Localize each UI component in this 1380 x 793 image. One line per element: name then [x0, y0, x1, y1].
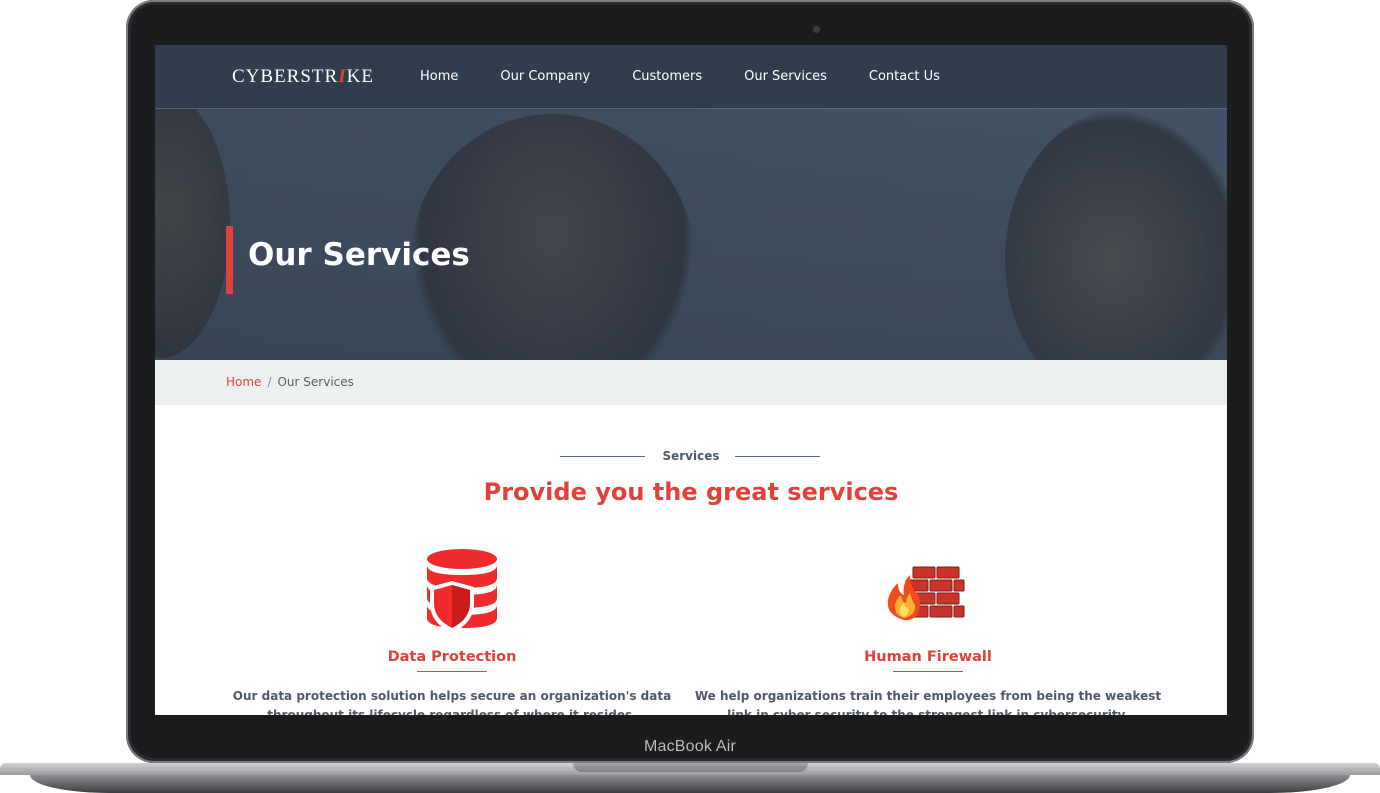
card-description: Our data protection solution helps secur… [232, 689, 672, 715]
nav-customers[interactable]: Customers [632, 45, 702, 108]
breadcrumb: Home / Our Services [155, 360, 1227, 405]
section-divider-right [735, 456, 820, 457]
hero-banner: Our Services [155, 109, 1227, 360]
breadcrumb-home-link[interactable]: Home [226, 375, 261, 389]
laptop-base [0, 763, 1380, 793]
nav-home[interactable]: Home [420, 45, 458, 108]
nav-our-services[interactable]: Our Services [744, 45, 827, 108]
service-card-human-firewall: Human Firewall We help organizations tra… [693, 545, 1163, 715]
nav-contact-us[interactable]: Contact Us [869, 45, 940, 108]
breadcrumb-current: Our Services [277, 375, 354, 389]
website-screen: CYBERSTRIKE Home Our Company Customers O… [155, 45, 1227, 715]
database-shield-icon [402, 545, 502, 635]
service-card-data-protection: Data Protection Our data protection solu… [217, 545, 687, 715]
firewall-icon [878, 545, 978, 635]
card-title: Human Firewall [864, 649, 992, 665]
site-logo[interactable]: CYBERSTRIKE [232, 66, 374, 88]
card-title: Data Protection [387, 649, 517, 665]
nav-our-company[interactable]: Our Company [500, 45, 590, 108]
hero-accent-bar [226, 226, 233, 294]
section-heading: Provide you the great services [483, 478, 899, 506]
main-nav: Home Our Company Customers Our Services … [420, 45, 982, 108]
breadcrumb-separator: / [267, 375, 272, 389]
device-label: MacBook Air [643, 738, 736, 755]
camera-icon [813, 26, 820, 33]
card-description: We help organizations train their employ… [694, 689, 1162, 715]
navbar: CYBERSTRIKE Home Our Company Customers O… [155, 45, 1227, 109]
page-title: Our Services [248, 237, 470, 273]
section-label: Services [662, 449, 720, 463]
